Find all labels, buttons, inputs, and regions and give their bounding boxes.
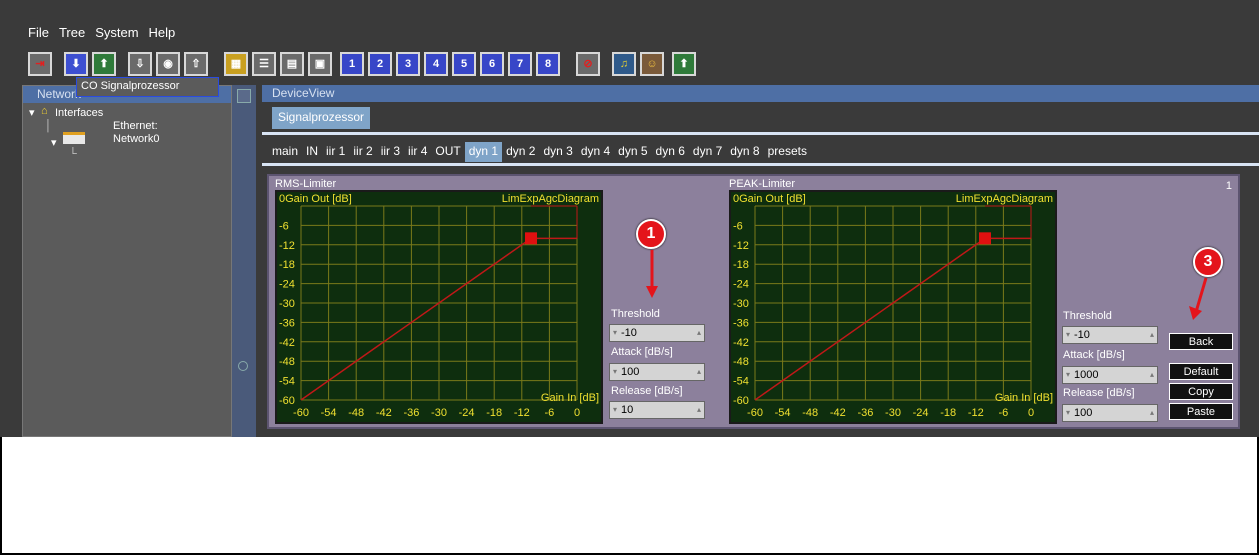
callout-3-arrow xyxy=(1194,277,1208,313)
callout-3: 3 xyxy=(1193,247,1223,277)
callout-3-arrowhead xyxy=(1189,306,1202,320)
callout-1-arrowhead xyxy=(646,286,658,298)
callout-arrows xyxy=(646,250,1208,320)
